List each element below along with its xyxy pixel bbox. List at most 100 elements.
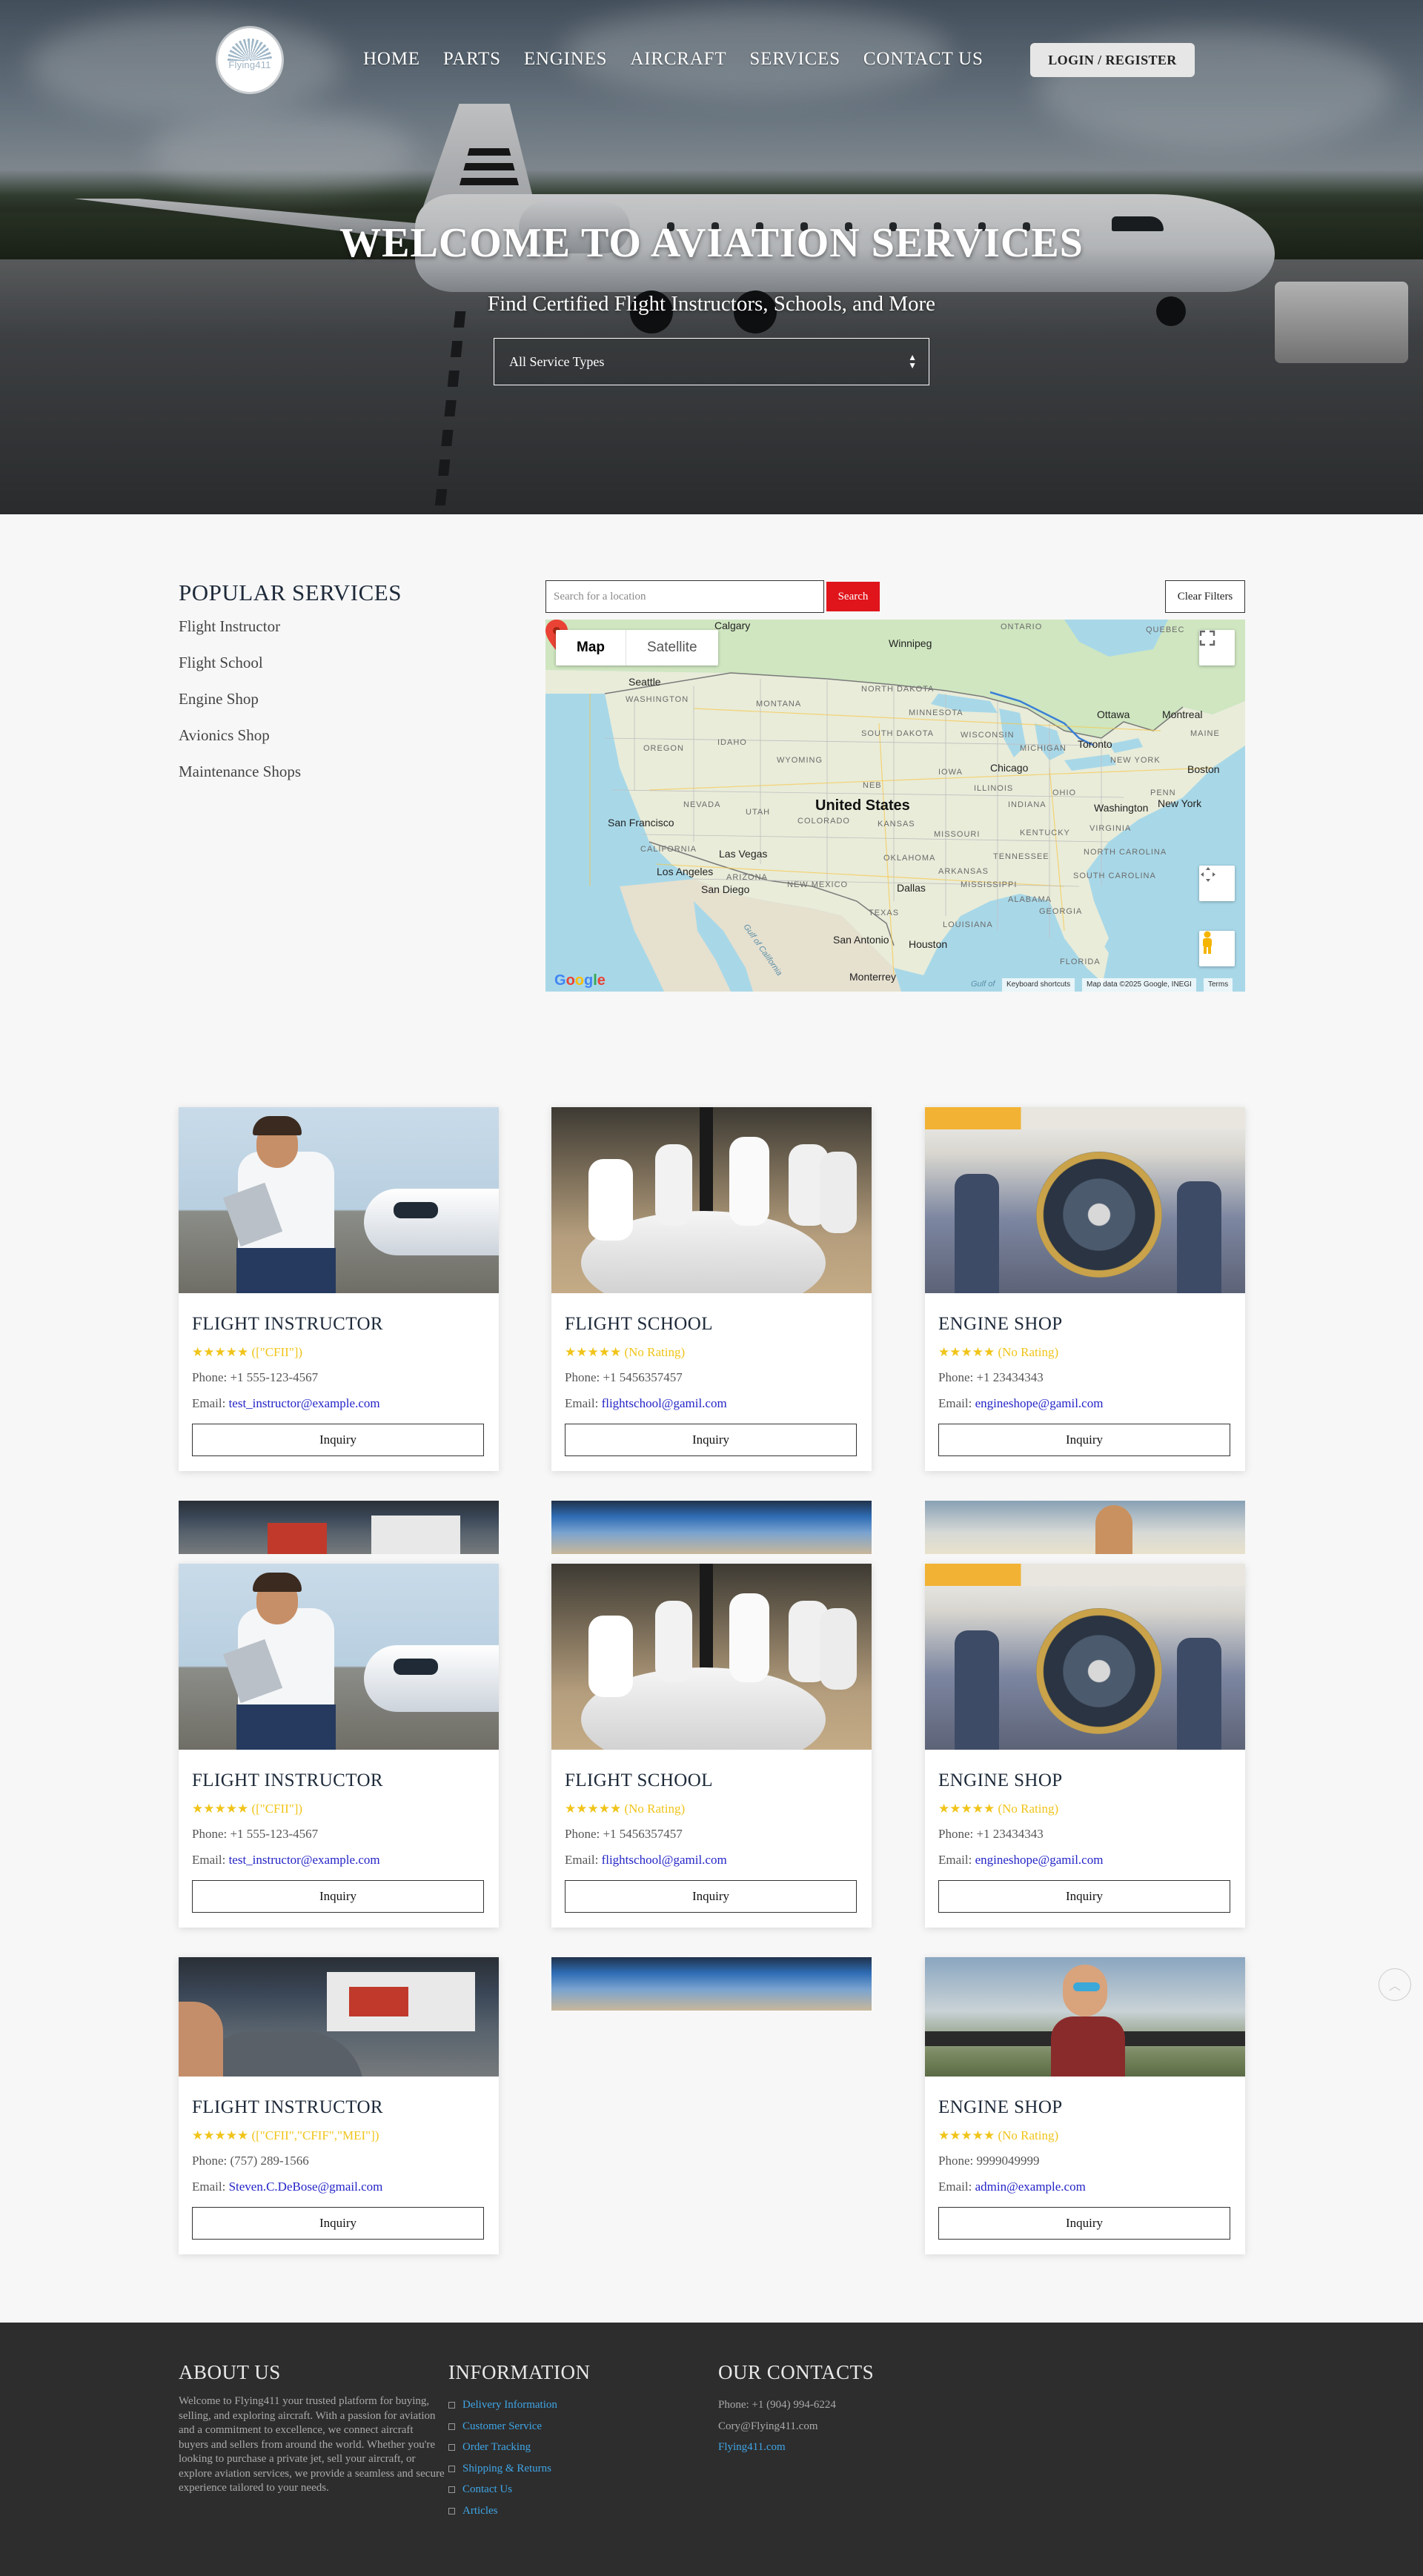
map-label-washington: WASHINGTON	[626, 695, 689, 704]
card-rating: ★★★★★ (No Rating)	[565, 1802, 858, 1821]
map-type-map-button[interactable]: Map	[556, 630, 626, 665]
location-search-input[interactable]	[545, 580, 824, 613]
card-image	[551, 1107, 872, 1293]
popular-item-engine-shop[interactable]: Engine Shop	[179, 688, 490, 724]
inquiry-button[interactable]: Inquiry	[192, 2207, 484, 2240]
map-label-california: CALIFORNIA	[640, 845, 697, 854]
nav-contact-us[interactable]: CONTACT US	[863, 49, 984, 70]
nav-aircraft[interactable]: AIRCRAFT	[630, 49, 726, 70]
email-link[interactable]: Steven.C.DeBose@gmail.com	[229, 2180, 383, 2194]
card-body: FLIGHT SCHOOL ★★★★★ (No Rating) Phone: +1 …	[551, 1293, 872, 1471]
service-card: ENGINE SHOP ★★★★★ (No Rating) Phone: 99990…	[925, 1957, 1245, 2254]
star-rating-icon: ★★★★★	[565, 1345, 622, 1359]
rating-text: (No Rating)	[998, 2128, 1059, 2142]
footer-link-order-tracking[interactable]: Order Tracking	[448, 2437, 591, 2458]
card-rating: ★★★★★ (No Rating)	[938, 2128, 1232, 2148]
nav-home[interactable]: HOME	[363, 49, 420, 70]
inquiry-button[interactable]: Inquiry	[938, 1424, 1230, 1456]
pilot-jacket	[1051, 2016, 1125, 2077]
map-label-alabama: ALABAMA	[1008, 895, 1052, 904]
student	[820, 1152, 857, 1233]
inquiry-button[interactable]: Inquiry	[565, 1424, 857, 1456]
map-label-colorado: COLORADO	[797, 817, 850, 826]
nav-parts[interactable]: PARTS	[443, 49, 501, 70]
pilot-hair	[253, 1116, 302, 1135]
map-label-minnesota: MINNESOTA	[909, 708, 963, 717]
footer-contacts: OUR CONTACTS Phone: +1 (904) 994-6224 Co…	[718, 2361, 874, 2458]
card-phone: Phone: +1 23434343	[938, 1827, 1044, 1841]
service-type-select[interactable]: All Service Types ▲ ▼	[494, 338, 929, 385]
email-link[interactable]: engineshope@gamil.com	[975, 1396, 1104, 1410]
footer-link-articles[interactable]: Articles	[448, 2500, 591, 2522]
card-email: Email: Steven.C.DeBose@gmail.com	[192, 2180, 485, 2199]
popular-item-flight-school[interactable]: Flight School	[179, 651, 490, 688]
popular-item-maintenance-shops[interactable]: Maintenance Shops	[179, 760, 490, 797]
footer-site-link[interactable]: Flying411.com	[718, 2441, 786, 2453]
map-label-quebec: QUEBEC	[1146, 625, 1185, 634]
card-body: FLIGHT INSTRUCTOR ★★★★★ (["CFII","CFIF","…	[179, 2077, 499, 2254]
popular-item-avionics-shop[interactable]: Avionics Shop	[179, 724, 490, 760]
student	[820, 1608, 857, 1690]
footer-link-customer-service[interactable]: Customer Service	[448, 2416, 591, 2437]
card-email: Email: test_instructor@example.com	[192, 1396, 485, 1415]
star-rating-icon: ★★★★★	[192, 1345, 249, 1359]
keyboard-shortcuts-link[interactable]: Keyboard shortcuts	[1002, 978, 1075, 992]
card-phone: Phone: +1 23434343	[938, 1370, 1044, 1384]
email-label: Email:	[565, 1853, 599, 1867]
card-title: FLIGHT INSTRUCTOR	[192, 2097, 383, 2117]
card-image-strip	[925, 1501, 1245, 1554]
star-rating-icon: ★★★★★	[938, 2128, 995, 2142]
pilot-trousers	[236, 1248, 336, 1293]
inquiry-button[interactable]: Inquiry	[192, 1424, 484, 1456]
footer-contacts-heading: OUR CONTACTS	[718, 2361, 875, 2383]
jet-engine	[1036, 1152, 1162, 1278]
footer-link-shipping-returns[interactable]: Shipping & Returns	[448, 2458, 591, 2480]
hangar-equipment	[268, 1523, 327, 1554]
site-logo[interactable]: Flying411	[218, 28, 282, 92]
checkbox-icon	[448, 2402, 455, 2409]
map-terms-link[interactable]: Terms	[1204, 978, 1233, 992]
map-label-nevada: NEVADA	[683, 800, 721, 809]
email-label: Email:	[938, 1396, 972, 1410]
map-label-south-dakota: SOUTH DAKOTA	[861, 729, 934, 738]
camera-control-button[interactable]	[1199, 866, 1235, 901]
email-link[interactable]: test_instructor@example.com	[229, 1853, 380, 1867]
street-view-pegman[interactable]	[1199, 931, 1235, 966]
map-type-satellite-button[interactable]: Satellite	[626, 630, 718, 665]
clear-filters-button[interactable]: Clear Filters	[1165, 580, 1245, 613]
student	[588, 1616, 633, 1697]
email-link[interactable]: engineshope@gamil.com	[975, 1853, 1104, 1867]
email-link[interactable]: admin@example.com	[975, 2180, 1086, 2194]
nav-services[interactable]: SERVICES	[749, 49, 840, 70]
checkbox-icon	[448, 2507, 455, 2514]
location-map[interactable]: Calgary Winnipeg ONTARIO QUEBEC Seattle …	[545, 620, 1245, 992]
star-rating-icon: ★★★★★	[192, 1802, 249, 1816]
inquiry-button[interactable]: Inquiry	[565, 1880, 857, 1913]
email-link[interactable]: test_instructor@example.com	[229, 1396, 380, 1410]
inquiry-button[interactable]: Inquiry	[192, 1880, 484, 1913]
footer-link-contact-us[interactable]: Contact Us	[448, 2479, 591, 2500]
hero-subtitle: Find Certified Flight Instructors, Schoo…	[487, 292, 936, 316]
login-register-button[interactable]: LOGIN / REGISTER	[1030, 43, 1195, 77]
footer-link-delivery[interactable]: Delivery Information	[448, 2394, 591, 2416]
map-label-north-carolina: NORTH CAROLINA	[1084, 848, 1167, 857]
student	[729, 1137, 769, 1226]
back-to-top-button[interactable]: ︿	[1379, 1968, 1411, 2001]
email-link[interactable]: flightschool@gamil.com	[602, 1396, 727, 1410]
pilot-trousers	[236, 1704, 336, 1750]
fullscreen-button[interactable]	[1199, 630, 1235, 665]
service-card: FLIGHT INSTRUCTOR ★★★★★ (["CFII"]) Phone: …	[179, 1107, 499, 1471]
card-rating: ★★★★★ (["CFII"])	[192, 1802, 485, 1821]
email-label: Email:	[938, 1853, 972, 1867]
search-button[interactable]: Search	[826, 582, 880, 611]
popular-item-flight-instructor[interactable]: Flight Instructor	[179, 615, 490, 651]
map-label-montreal: Montreal	[1162, 708, 1203, 720]
nav-engines[interactable]: ENGINES	[524, 49, 608, 70]
email-link[interactable]: flightschool@gamil.com	[602, 1853, 727, 1867]
card-rating: ★★★★★ (No Rating)	[565, 1345, 858, 1364]
inquiry-button[interactable]: Inquiry	[938, 2207, 1230, 2240]
student	[655, 1601, 692, 1682]
card-email: Email: engineshope@gamil.com	[938, 1853, 1232, 1872]
email-label: Email:	[565, 1396, 599, 1410]
inquiry-button[interactable]: Inquiry	[938, 1880, 1230, 1913]
